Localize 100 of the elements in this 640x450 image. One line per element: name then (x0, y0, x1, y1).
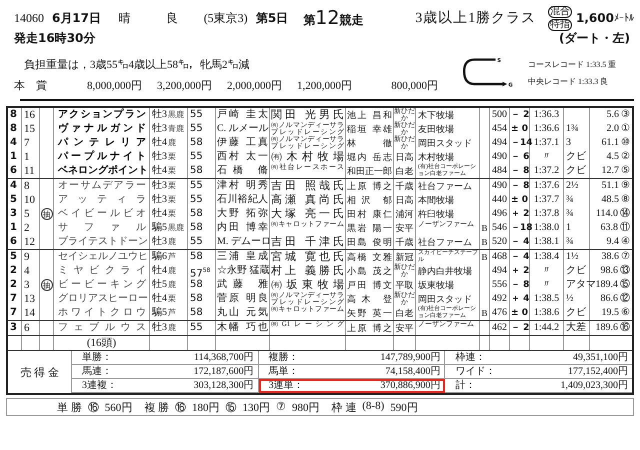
course-record: コースレコード 1:33.5 重 (528, 59, 616, 70)
margin: 1½ (566, 251, 578, 262)
odds: 189.6 (596, 322, 618, 333)
weight-change: ＋ 2 (510, 264, 530, 282)
carried-weight: 58 (188, 278, 216, 292)
region: 日高 (394, 150, 416, 164)
region: 平取 (394, 278, 416, 292)
weight-change: － 8 (510, 278, 530, 292)
breeder-name: 木下牧場 (416, 108, 480, 122)
breeder-name: 杵臼牧場 (416, 207, 480, 221)
popularity: ⑯ (620, 322, 630, 333)
frame-number: 2 (8, 278, 22, 292)
finish-time: 〃 (530, 264, 564, 282)
finish-time: 1:38.5 (530, 292, 564, 306)
weight-change: － 2 (510, 108, 530, 122)
body-weight: 494 (490, 136, 510, 150)
payout-entry: 980円 (292, 400, 320, 414)
jockey-name: M. デムーロ (216, 235, 270, 249)
horse-name: サファル (54, 221, 150, 235)
weight-change: ± 0 (510, 122, 530, 136)
race-day: 第5日 (256, 10, 304, 26)
frame-number: 8 (8, 108, 22, 122)
margin: 1 (566, 222, 571, 233)
sex-age: 牡4 (152, 293, 167, 304)
horse-number: 7 (22, 136, 40, 150)
jockey-name: 津村 明秀 (216, 179, 270, 193)
jockey-name: 伊藤 工真 (216, 136, 270, 150)
carried-weight: 58 (188, 250, 216, 264)
trainer-name: 矢野 英一 (346, 306, 394, 320)
trainer-name: 上原 博之 (346, 321, 394, 335)
horse-number: 2 (22, 221, 40, 235)
prize-amount: 2,000,000円 (226, 79, 282, 93)
frame-number: 6 (8, 164, 22, 178)
sex-age: 牡3 (152, 236, 167, 247)
frame-number: 8 (8, 122, 22, 136)
owner-name: ㈲木村牧場 (270, 150, 346, 164)
jockey-name: C. ルメール (216, 122, 270, 136)
horse-number: 13 (22, 292, 40, 306)
carried-weight: 58 (188, 221, 216, 235)
breeder-name: 社台ファーム (416, 179, 480, 193)
payout-entry: ⑯ (175, 400, 186, 414)
trainer-name: 林 徹 (346, 136, 394, 150)
carried-weight: 55 (188, 193, 216, 207)
carried-weight: 55 (188, 179, 216, 193)
sex-age: 牡3 (152, 180, 167, 191)
horse-name: パンテレリア (54, 136, 150, 150)
meeting: (5東京3) (204, 10, 249, 26)
region: 白老 (394, 164, 416, 178)
sales-item: 単勝： 114,368,700円 (72, 351, 259, 365)
frame-number: 5 (8, 193, 22, 207)
sex-age: 牡3 (152, 109, 167, 120)
odds: 61.1 (602, 137, 619, 148)
trainer-name: 上原 博之 (346, 179, 394, 193)
margin: ¾ (566, 194, 574, 205)
body-weight: 492 (490, 292, 510, 306)
body-weight: 468 (490, 250, 510, 264)
trainer-name: 堀内 岳志 (346, 150, 394, 164)
payout-entry: 590円 (390, 400, 418, 414)
circled-mark: 抽 (40, 279, 52, 291)
race-number: 第12競走 (303, 7, 364, 29)
margin: ¾ (566, 236, 574, 247)
frame-number: 7 (8, 292, 22, 306)
breeder-name: 社台ファーム (416, 235, 480, 249)
blinkers-mark: B (481, 252, 488, 262)
popularity: ⑥ (621, 307, 630, 318)
prize-amount: 1,200,000円 (296, 79, 352, 93)
coat-color: 青鹿 (168, 124, 184, 133)
coat-color: 栗 (168, 209, 176, 218)
jockey-name: 戸崎 圭太 (216, 108, 270, 122)
odds: 2.0 (606, 123, 619, 134)
horse-name: フェブルウス (54, 321, 150, 335)
weather: 晴 (118, 10, 132, 26)
sales-item: 馬単： 74,158,400円 (258, 365, 446, 379)
circled-mark: 抽 (40, 208, 52, 220)
odds: 114.0 (596, 208, 618, 219)
horse-number: 6 (22, 321, 40, 335)
sex-age: 牡4 (152, 165, 167, 176)
horse-name: アッティラ (54, 193, 150, 207)
carried-weight: 55 (188, 150, 216, 164)
jockey-name: 石川裕紀人 (216, 193, 270, 207)
body-weight: 454 (490, 122, 510, 136)
popularity: ⑮ (620, 279, 630, 290)
margin: 2½ (566, 180, 578, 191)
coat-color: 鹿 (168, 280, 176, 289)
margin: クビ (566, 265, 586, 276)
race-class: 3歳以上1勝クラス (415, 10, 538, 27)
payout-entry: 180円 (192, 400, 220, 414)
odds: 4.5 (606, 151, 619, 162)
trainer-name: 池上 昌和 (346, 108, 394, 122)
trainer-name: 和田正一郎 (346, 164, 394, 178)
sales-item: ワイド： 177,152,400円 (445, 365, 632, 379)
body-weight: 484 (490, 164, 510, 178)
body-weight: 496 (490, 207, 510, 221)
payout-entry: 130円 (242, 400, 270, 414)
blinkers-mark: B (481, 223, 488, 233)
finish-time: 〃 (530, 278, 564, 292)
horse-name: ビービーキング (54, 278, 150, 292)
body-weight: 476 (490, 306, 510, 320)
coat-color: 芦 (168, 308, 176, 317)
horse-number: 3 (22, 278, 40, 292)
